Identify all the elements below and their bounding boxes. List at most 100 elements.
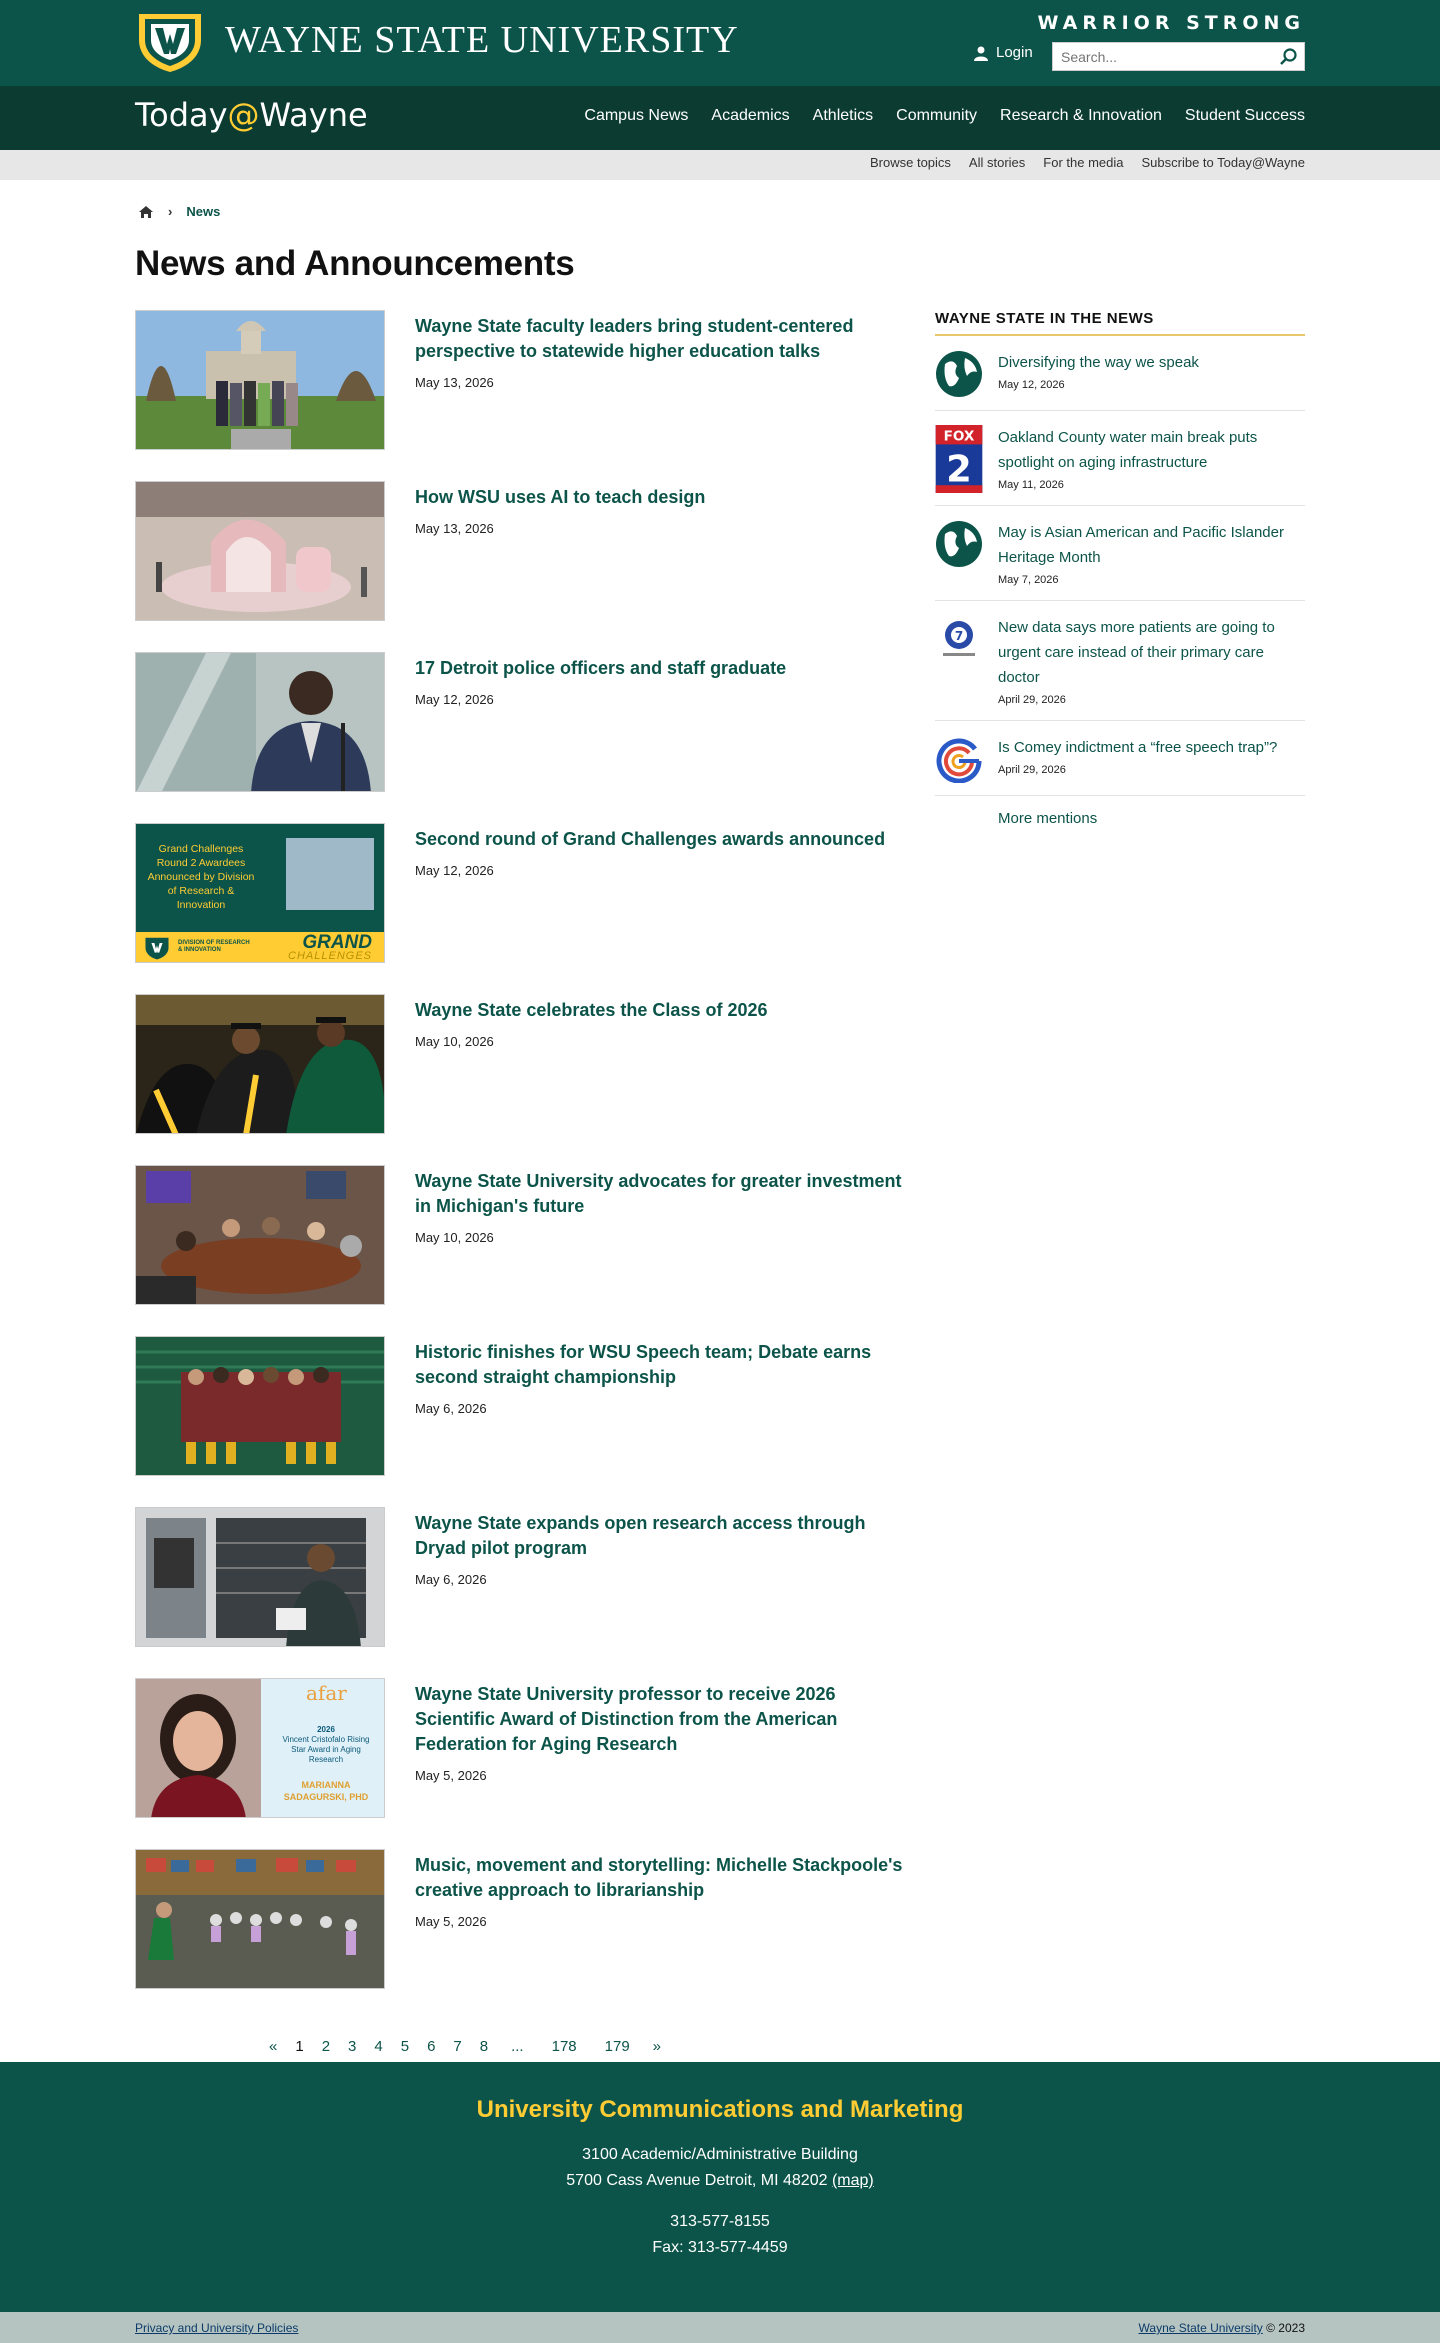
- page-3[interactable]: 3: [339, 2038, 365, 2055]
- page-178[interactable]: 178: [538, 2038, 591, 2055]
- story-title-link[interactable]: 17 Detroit police officers and staff gra…: [415, 658, 786, 678]
- story-thumbnail[interactable]: [135, 1507, 385, 1647]
- mention-title-link[interactable]: May is Asian American and Pacific Island…: [998, 524, 1284, 566]
- story-title-link[interactable]: Wayne State faculty leaders bring studen…: [415, 316, 853, 361]
- story-title-link[interactable]: How WSU uses AI to teach design: [415, 487, 705, 507]
- footer-fax: Fax: 313-577-4459: [652, 2239, 788, 2256]
- story-item: Wayne State celebrates the Class of 2026…: [135, 994, 915, 1165]
- mention-item: 7 New data says more patients are going …: [935, 601, 1305, 721]
- portrait-photo: [136, 1679, 261, 1817]
- story-thumbnail[interactable]: [135, 652, 385, 792]
- mention-date: May 11, 2026: [998, 479, 1064, 491]
- subnav-subscribe[interactable]: Subscribe to Today@Wayne: [1141, 155, 1305, 170]
- sidebar-heading: WAYNE STATE IN THE NEWS: [935, 310, 1305, 336]
- today-at-wayne-logo[interactable]: Today@Wayne: [135, 96, 368, 134]
- story-title-link[interactable]: Historic finishes for WSU Speech team; D…: [415, 1342, 871, 1387]
- warrior-strong-tagline: WARRIOR STRONG: [1037, 12, 1305, 34]
- subnav-all-stories[interactable]: All stories: [969, 155, 1025, 170]
- story-title-link[interactable]: Music, movement and storytelling: Michel…: [415, 1855, 902, 1900]
- login-link[interactable]: Login: [973, 44, 1033, 61]
- story-title-link[interactable]: Wayne State University advocates for gre…: [415, 1171, 902, 1216]
- page-last[interactable]: »: [644, 2038, 670, 2055]
- story-title-link[interactable]: Wayne State expands open research access…: [415, 1513, 866, 1558]
- story-date: May 6, 2026: [415, 1572, 487, 1587]
- user-icon: [974, 46, 988, 61]
- footer-address-2: 5700 Cass Avenue Detroit, MI 48202: [566, 2172, 832, 2189]
- story-item: Wayne State expands open research access…: [135, 1507, 915, 1678]
- wxyz-logo-icon: 7: [943, 621, 975, 656]
- story-item: 17 Detroit police officers and staff gra…: [135, 652, 915, 823]
- mention-date: May 7, 2026: [998, 574, 1059, 586]
- mention-date: May 12, 2026: [998, 379, 1065, 391]
- wsu-shield-logo[interactable]: [135, 10, 205, 73]
- footer-phone: 313-577-8155: [670, 2213, 770, 2230]
- story-thumbnail[interactable]: [135, 1165, 385, 1305]
- story-thumbnail[interactable]: [135, 994, 385, 1134]
- university-name[interactable]: WAYNE STATE UNIVERSITY: [225, 18, 739, 62]
- story-date: May 5, 2026: [415, 1914, 487, 1929]
- mention-title-link[interactable]: New data says more patients are going to…: [998, 619, 1275, 686]
- story-thumbnail[interactable]: [135, 1336, 385, 1476]
- nav-campus-news[interactable]: Campus News: [584, 107, 688, 125]
- wsu-link[interactable]: Wayne State University: [1139, 2321, 1263, 2335]
- library-class-photo: [136, 1850, 384, 1988]
- meeting-photo: [136, 1166, 384, 1304]
- privacy-policies-link[interactable]: Privacy and University Policies: [135, 2321, 298, 2335]
- search-icon[interactable]: [1278, 47, 1298, 67]
- story-thumbnail[interactable]: [135, 1849, 385, 1989]
- mention-date: April 29, 2026: [998, 694, 1066, 706]
- brand-wayne: Wayne: [259, 96, 368, 134]
- footer-bottom-bar: Privacy and University Policies Wayne St…: [0, 2312, 1440, 2343]
- nav-community[interactable]: Community: [896, 107, 977, 125]
- footer-heading: University Communications and Marketing: [476, 2096, 964, 2123]
- home-icon[interactable]: [138, 205, 154, 219]
- g-logo-icon: [936, 738, 982, 783]
- search-input[interactable]: [1053, 43, 1273, 70]
- page-8[interactable]: 8: [471, 2038, 497, 2055]
- story-item: Historic finishes for WSU Speech team; D…: [135, 1336, 915, 1507]
- story-title-link[interactable]: Second round of Grand Challenges awards …: [415, 829, 885, 849]
- footer-map-link[interactable]: (map): [832, 2172, 874, 2189]
- more-mentions-link[interactable]: More mentions: [998, 810, 1305, 827]
- story-date: May 12, 2026: [415, 863, 494, 878]
- nav-research-innovation[interactable]: Research & Innovation: [1000, 107, 1162, 125]
- speech-team-photo: [136, 1337, 384, 1475]
- svg-text:7: 7: [955, 629, 963, 643]
- page-2[interactable]: 2: [313, 2038, 339, 2055]
- page-7[interactable]: 7: [444, 2038, 470, 2055]
- award-year: 2026: [317, 1725, 335, 1734]
- page-4[interactable]: 4: [365, 2038, 391, 2055]
- story-title-link[interactable]: Wayne State University professor to rece…: [415, 1684, 837, 1754]
- story-title-link[interactable]: Wayne State celebrates the Class of 2026: [415, 1000, 768, 1020]
- story-thumbnail[interactable]: afar 2026 Vincent Cristofalo Rising Star…: [135, 1678, 385, 1818]
- breadcrumb-news[interactable]: News: [186, 204, 220, 219]
- story-thumbnail[interactable]: [135, 481, 385, 621]
- mention-title-link[interactable]: Oakland County water main break puts spo…: [998, 429, 1257, 471]
- page-6[interactable]: 6: [418, 2038, 444, 2055]
- page-179[interactable]: 179: [591, 2038, 644, 2055]
- fox2-logo-icon: FOX 2: [935, 425, 983, 493]
- nav-academics[interactable]: Academics: [711, 107, 789, 125]
- page-5[interactable]: 5: [392, 2038, 418, 2055]
- story-item: Music, movement and storytelling: Michel…: [135, 1849, 915, 2020]
- subnav-for-the-media[interactable]: For the media: [1043, 155, 1123, 170]
- mention-title-link[interactable]: Is Comey indictment a “free speech trap”…: [998, 739, 1277, 756]
- copyright-notice: Wayne State University © 2023: [1139, 2321, 1305, 2335]
- nav-athletics[interactable]: Athletics: [813, 107, 873, 125]
- story-thumbnail[interactable]: Grand Challenges Round 2 Awardees Announ…: [135, 823, 385, 963]
- story-item: afar 2026 Vincent Cristofalo Rising Star…: [135, 1678, 915, 1849]
- award-name: Vincent Cristofalo Rising Star Award in …: [282, 1735, 370, 1764]
- story-date: May 6, 2026: [415, 1401, 487, 1416]
- story-thumbnail[interactable]: [135, 310, 385, 450]
- nav-student-success[interactable]: Student Success: [1185, 107, 1305, 125]
- svg-text:2: 2: [946, 447, 972, 490]
- mention-title-link[interactable]: Diversifying the way we speak: [998, 354, 1199, 371]
- footer-address-1: 3100 Academic/Administrative Building: [582, 2146, 858, 2163]
- mention-item: May is Asian American and Pacific Island…: [935, 506, 1305, 601]
- subnav-browse-topics[interactable]: Browse topics: [870, 155, 951, 170]
- story-item: How WSU uses AI to teach design May 13, …: [135, 481, 915, 652]
- page-1[interactable]: 1: [286, 2038, 312, 2055]
- capitol-photo: [136, 311, 384, 449]
- page-first[interactable]: «: [260, 2038, 286, 2055]
- story-item: Wayne State University advocates for gre…: [135, 1165, 915, 1336]
